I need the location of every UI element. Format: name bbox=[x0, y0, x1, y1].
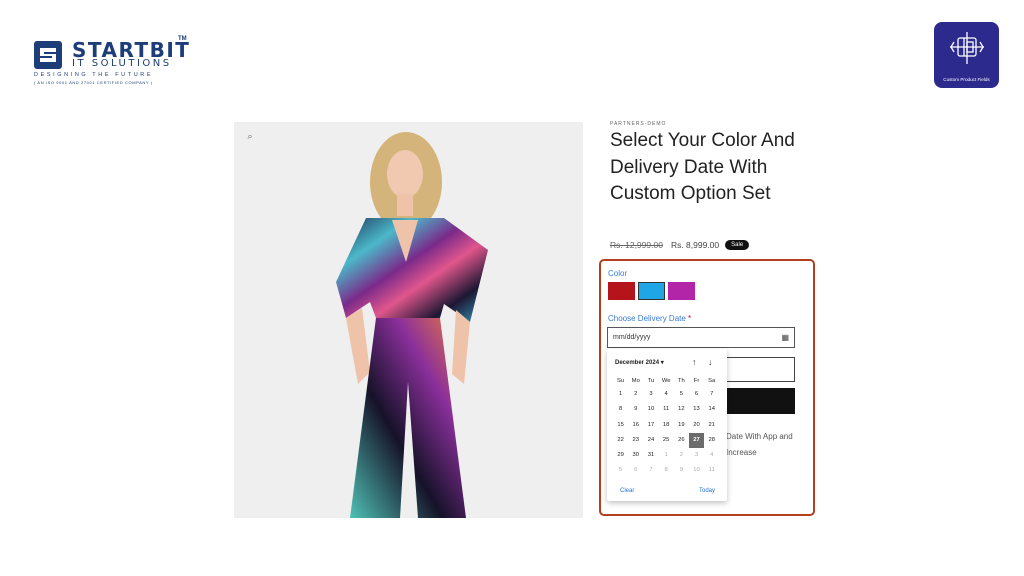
day-cell[interactable]: 9 bbox=[674, 463, 689, 478]
model-figure bbox=[336, 132, 488, 518]
day-cell[interactable]: 15 bbox=[613, 418, 628, 433]
quantity-field[interactable] bbox=[718, 357, 795, 382]
week-row: 8 9 10 11 12 13 14 bbox=[613, 402, 723, 417]
day-cell[interactable]: 6 bbox=[628, 463, 643, 478]
day-cell[interactable]: 29 bbox=[613, 448, 628, 463]
day-cell[interactable]: 8 bbox=[659, 463, 674, 478]
day-cell[interactable]: 11 bbox=[659, 402, 674, 417]
day-cell[interactable]: 3 bbox=[643, 387, 658, 402]
day-cell[interactable]: 4 bbox=[659, 387, 674, 402]
delivery-date-input[interactable]: mm/dd/yyyy ▦ bbox=[607, 327, 795, 348]
weekday: We bbox=[661, 378, 671, 384]
weekday: Fr bbox=[693, 378, 700, 384]
day-cell[interactable]: 10 bbox=[643, 402, 658, 417]
day-cell[interactable]: 2 bbox=[674, 448, 689, 463]
weekday: Sa bbox=[708, 378, 716, 384]
day-cell[interactable]: 25 bbox=[659, 433, 674, 448]
day-cell[interactable]: 6 bbox=[689, 387, 704, 402]
weekday: Su bbox=[617, 378, 625, 384]
day-cell[interactable]: 28 bbox=[704, 433, 719, 448]
day-cell[interactable]: 19 bbox=[674, 418, 689, 433]
day-cell[interactable]: 7 bbox=[704, 387, 719, 402]
day-cell[interactable]: 4 bbox=[704, 448, 719, 463]
day-cell[interactable]: 10 bbox=[689, 463, 704, 478]
sale-price: Rs. 8,999.00 bbox=[670, 240, 720, 250]
app-name: Custom Product Fields bbox=[943, 77, 990, 82]
logo-subtitle: IT SOLUTIONS bbox=[72, 58, 172, 69]
calendar-icon[interactable]: ▦ bbox=[781, 328, 789, 347]
week-row: 22 23 24 25 26 27 28 bbox=[613, 432, 723, 449]
compare-at-price: Rs. 12,999.00 bbox=[610, 240, 663, 250]
swatch-blue[interactable] bbox=[638, 282, 665, 300]
day-cell[interactable]: 8 bbox=[613, 402, 628, 417]
selected-day-cell[interactable]: 27 bbox=[688, 432, 705, 449]
day-cell[interactable]: 9 bbox=[628, 402, 643, 417]
datepicker-popup: December 2024 ▾ ↑ ↓ Su Mo Tu We Th Fr Sa… bbox=[607, 349, 727, 501]
next-month-arrow-icon[interactable]: ↓ bbox=[708, 357, 713, 367]
datepicker-month-select[interactable]: December 2024 ▾ bbox=[615, 359, 664, 366]
day-cell[interactable]: 3 bbox=[689, 448, 704, 463]
day-cell[interactable]: 31 bbox=[643, 448, 658, 463]
color-label: Color bbox=[608, 269, 628, 278]
weekday: Mo bbox=[631, 378, 640, 384]
startbit-mark-icon bbox=[34, 41, 62, 69]
app-grid-icon bbox=[950, 32, 984, 64]
product-title: Select Your Color And Delivery Date With… bbox=[610, 130, 795, 204]
swatch-red[interactable] bbox=[608, 282, 635, 300]
zoom-icon[interactable]: ⌕ bbox=[244, 130, 256, 142]
custom-product-fields-app-icon: Custom Product Fields bbox=[934, 22, 999, 88]
day-cell[interactable]: 5 bbox=[613, 463, 628, 478]
day-cell[interactable]: 14 bbox=[704, 402, 719, 417]
day-cell[interactable]: 17 bbox=[643, 418, 658, 433]
day-cell[interactable]: 22 bbox=[613, 433, 628, 448]
day-cell[interactable]: 23 bbox=[628, 433, 643, 448]
datepicker-grid: Su Mo Tu We Th Fr Sa 1 2 3 4 5 6 7 8 9 1… bbox=[613, 376, 723, 479]
logo-tm: TM bbox=[178, 36, 187, 42]
delivery-date-label: Choose Delivery Date * bbox=[608, 314, 691, 323]
day-cell[interactable]: 1 bbox=[659, 448, 674, 463]
price-row: Rs. 12,999.00 Rs. 8,999.00 Sale bbox=[610, 240, 750, 250]
weekday: Tu bbox=[647, 378, 655, 384]
week-row: 5 6 7 8 9 10 11 bbox=[613, 463, 723, 478]
datepicker-clear-button[interactable]: Clear bbox=[620, 488, 634, 494]
day-cell[interactable]: 16 bbox=[628, 418, 643, 433]
swatch-purple[interactable] bbox=[668, 282, 695, 300]
logo-tagline: DESIGNING THE FUTURE bbox=[34, 72, 154, 78]
week-row: 1 2 3 4 5 6 7 bbox=[613, 387, 723, 402]
week-row: 15 16 17 18 19 20 21 bbox=[613, 418, 723, 433]
sale-badge: Sale bbox=[725, 240, 750, 250]
day-cell[interactable]: 26 bbox=[674, 433, 689, 448]
day-cell[interactable]: 11 bbox=[704, 463, 719, 478]
weekday: Th bbox=[677, 378, 685, 384]
day-cell[interactable]: 12 bbox=[674, 402, 689, 417]
day-cell[interactable]: 1 bbox=[613, 387, 628, 402]
day-cell[interactable]: 24 bbox=[643, 433, 658, 448]
product-description: Date With App and Increase bbox=[726, 432, 793, 457]
product-image[interactable]: ⌕ bbox=[234, 122, 583, 518]
date-placeholder: mm/dd/yyyy bbox=[613, 334, 651, 341]
day-cell[interactable]: 20 bbox=[689, 418, 704, 433]
delivery-date-label-text: Choose Delivery Date bbox=[608, 314, 686, 323]
week-row: 29 30 31 1 2 3 4 bbox=[613, 448, 723, 463]
product-vendor: PARTNERS-DEMO bbox=[610, 121, 667, 127]
datepicker-today-button[interactable]: Today bbox=[699, 488, 715, 494]
day-cell[interactable]: 13 bbox=[689, 402, 704, 417]
day-cell[interactable]: 21 bbox=[704, 418, 719, 433]
day-cell[interactable]: 7 bbox=[643, 463, 658, 478]
logo-certification: ( AN ISO 9001 AND 27001 CERTIFIED COMPAN… bbox=[34, 80, 153, 85]
startbit-logo: STARTBIT TM IT SOLUTIONS DESIGNING THE F… bbox=[34, 36, 194, 86]
add-to-cart-button[interactable] bbox=[718, 388, 795, 414]
previous-month-arrow-icon[interactable]: ↑ bbox=[692, 357, 697, 367]
day-cell[interactable]: 5 bbox=[674, 387, 689, 402]
required-mark: * bbox=[688, 314, 692, 323]
day-cell[interactable]: 18 bbox=[659, 418, 674, 433]
day-cell[interactable]: 30 bbox=[628, 448, 643, 463]
weekday-header: Su Mo Tu We Th Fr Sa bbox=[613, 376, 723, 387]
day-cell[interactable]: 2 bbox=[628, 387, 643, 402]
